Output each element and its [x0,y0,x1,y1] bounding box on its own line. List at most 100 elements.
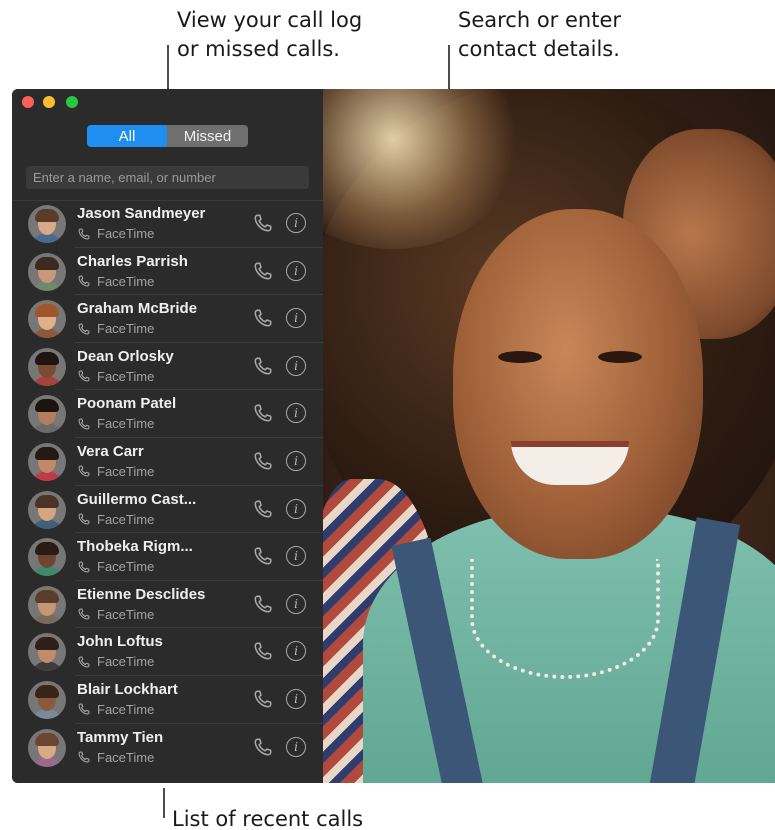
contact-name: John Loftus [77,633,163,651]
avatar-hair-shape [35,732,59,746]
callout-recent-leader [163,788,165,818]
avatar-hair-shape [35,589,59,603]
avatar [28,395,66,434]
recent-call-row[interactable]: John Loftus FaceTime i [12,628,323,676]
search-input[interactable] [26,166,309,189]
minimize-button[interactable] [43,96,55,108]
info-icon[interactable]: i [286,450,306,471]
phone-icon [78,703,90,715]
contact-name: Thobeka Rigm... [77,538,193,556]
callout-call-log: View your call log or missed calls. [177,6,362,64]
avatar [28,538,66,577]
phone-icon [78,513,90,525]
info-icon[interactable]: i [286,736,306,757]
recent-call-row[interactable]: Graham McBride FaceTime i [12,295,323,343]
call-type: FaceTime [77,274,154,289]
recent-call-row[interactable]: Dean Orlosky FaceTime i [12,343,323,391]
recent-call-row[interactable]: Guillermo Cast... FaceTime i [12,486,323,534]
contact-name: Tammy Tien [77,728,164,746]
avatar-hair-shape [35,542,59,556]
call-type: FaceTime [77,702,154,717]
close-button[interactable] [22,96,34,108]
avatar [28,585,66,624]
phone-icon [78,275,90,287]
callout-call-log-line1: View your call log [177,8,363,32]
call-type: FaceTime [77,464,154,479]
phone-icon[interactable] [252,212,274,234]
zoom-button[interactable] [66,96,78,108]
phone-icon[interactable] [252,260,274,282]
info-icon[interactable]: i [286,260,306,281]
callout-search-line2: contact details. [458,37,620,61]
phone-icon[interactable] [252,450,274,472]
call-type: FaceTime [77,654,154,669]
recent-call-row[interactable]: Vera Carr FaceTime i [12,438,323,486]
phone-icon[interactable] [252,402,274,424]
avatar-hair-shape [35,684,59,698]
all-tab[interactable]: All [87,125,167,147]
phone-icon[interactable] [252,593,274,615]
avatar-hair-shape [35,494,59,508]
avatar [28,347,66,386]
info-icon[interactable]: i [286,593,306,614]
recent-call-row[interactable]: Poonam Patel FaceTime i [12,390,323,438]
phone-icon [78,608,90,620]
phone-icon [78,418,90,430]
call-type: FaceTime [77,321,154,336]
contact-name: Graham McBride [77,300,198,318]
info-icon[interactable]: i [286,498,306,519]
call-type-label: FaceTime [97,511,155,527]
phone-icon[interactable] [252,688,274,710]
callout-search-line1: Search or enter [458,8,621,32]
call-type-label: FaceTime [97,749,155,765]
call-type: FaceTime [77,512,154,527]
avatar-hair-shape [35,304,59,318]
phone-icon [78,323,90,335]
contact-name: Charles Parrish [77,252,188,270]
call-type: FaceTime [77,226,154,241]
video-necklace-shape [470,559,660,679]
contact-name: Blair Lockhart [77,680,178,698]
avatar [28,490,66,529]
call-type: FaceTime [77,416,154,431]
phone-icon [78,370,90,382]
phone-icon[interactable] [252,307,274,329]
call-type-label: FaceTime [97,226,155,241]
recent-call-row[interactable]: Thobeka Rigm... FaceTime i [12,533,323,581]
phone-icon[interactable] [252,498,274,520]
phone-icon [78,228,90,239]
phone-icon[interactable] [252,640,274,662]
avatar-hair-shape [35,446,59,460]
info-icon[interactable]: i [286,641,306,662]
avatar [28,252,66,291]
recent-call-row[interactable]: Etienne Desclides FaceTime i [12,581,323,629]
avatar [28,728,66,767]
recent-call-row[interactable]: Tammy Tien FaceTime i [12,724,323,772]
call-type-label: FaceTime [97,654,155,670]
missed-tab[interactable]: Missed [167,125,248,147]
call-type-label: FaceTime [97,321,155,337]
avatar [28,633,66,672]
contact-name: Poonam Patel [77,395,177,413]
recent-call-row[interactable]: Blair Lockhart FaceTime i [12,676,323,724]
info-icon[interactable]: i [286,355,306,376]
phone-icon[interactable] [252,736,274,758]
avatar-hair-shape [35,637,59,651]
info-icon[interactable]: i [286,688,306,709]
recent-call-row[interactable]: Jason Sandmeyer FaceTime i [12,200,323,248]
phone-icon [78,561,90,573]
phone-icon[interactable] [252,355,274,377]
contact-name: Jason Sandmeyer [77,205,206,222]
avatar-hair-shape [35,256,59,270]
info-icon[interactable]: i [286,546,306,567]
call-type-label: FaceTime [97,701,155,717]
facetime-window: All Missed Jason SandmeyerFaceTimeiCharl… [12,89,775,783]
info-icon[interactable]: i [286,308,306,329]
call-type: FaceTime [77,559,154,574]
info-icon[interactable]: i [286,403,306,424]
info-icon[interactable]: i [286,213,306,233]
call-type: FaceTime [77,607,154,622]
phone-icon[interactable] [252,545,274,567]
avatar-hair-shape [35,351,59,365]
recent-call-row[interactable]: Charles Parrish FaceTime i [12,248,323,296]
